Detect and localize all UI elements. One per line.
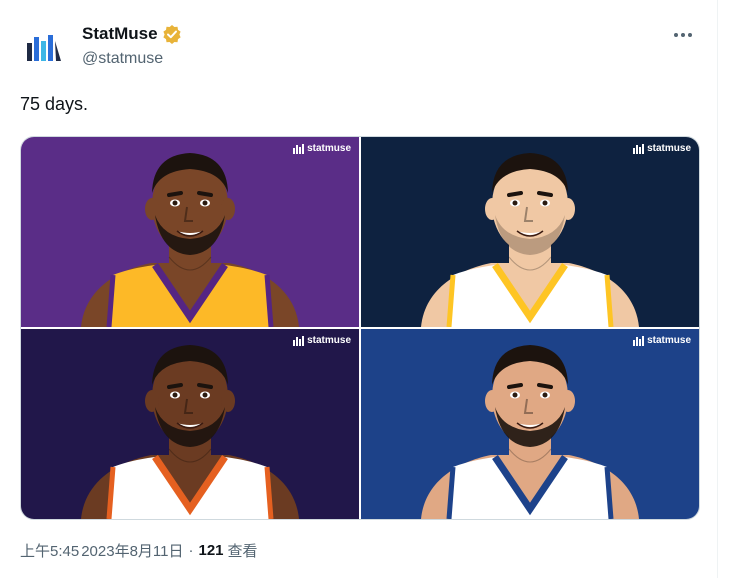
media-tile-lebron[interactable]: statmuse xyxy=(21,137,359,327)
watermark-text: statmuse xyxy=(647,335,691,346)
tweet-text: 75 days. xyxy=(20,94,89,114)
watermark-text: statmuse xyxy=(307,143,351,154)
tweet-time[interactable]: 上午5:45 xyxy=(20,540,79,561)
more-dots-icon xyxy=(674,33,678,37)
media-tile-durant[interactable]: statmuse xyxy=(21,329,359,519)
media-tile-jokic[interactable]: statmuse xyxy=(361,137,699,327)
player-portrait xyxy=(81,153,299,327)
verified-badge-icon xyxy=(162,25,181,44)
avatar[interactable] xyxy=(16,20,72,76)
player-portrait xyxy=(81,345,299,519)
media-tile-curry[interactable]: statmuse xyxy=(361,329,699,519)
watermark-text: statmuse xyxy=(647,143,691,154)
display-name[interactable]: StatMuse xyxy=(82,24,158,44)
tweet-card: StatMuse @statmuse 75 days. statmuse sta… xyxy=(0,0,718,578)
views-label: 查看 xyxy=(227,543,258,560)
player-portrait xyxy=(421,345,639,519)
watermark-bars-icon xyxy=(633,335,645,346)
author-name-row: StatMuse xyxy=(82,24,182,44)
statmuse-watermark: statmuse xyxy=(293,143,351,154)
views-count: 121 xyxy=(198,542,224,559)
media-grid: statmuse statmuse statmuse statmuse xyxy=(20,136,700,520)
statmuse-watermark: statmuse xyxy=(633,335,691,346)
meta-separator: · xyxy=(188,542,194,559)
tweet-meta: 上午5:45 2023年8月11日 · 121 查看 xyxy=(20,540,258,561)
watermark-bars-icon xyxy=(293,143,305,154)
more-options-button[interactable] xyxy=(666,20,700,50)
statmuse-logo-icon xyxy=(27,35,61,61)
player-portrait xyxy=(421,153,639,327)
watermark-bars-icon xyxy=(293,335,305,346)
watermark-text: statmuse xyxy=(307,335,351,346)
tweet-date[interactable]: 2023年8月11日 xyxy=(81,540,183,561)
user-handle[interactable]: @statmuse xyxy=(82,50,163,68)
statmuse-watermark: statmuse xyxy=(293,335,351,346)
watermark-bars-icon xyxy=(633,143,645,154)
statmuse-watermark: statmuse xyxy=(633,143,691,154)
